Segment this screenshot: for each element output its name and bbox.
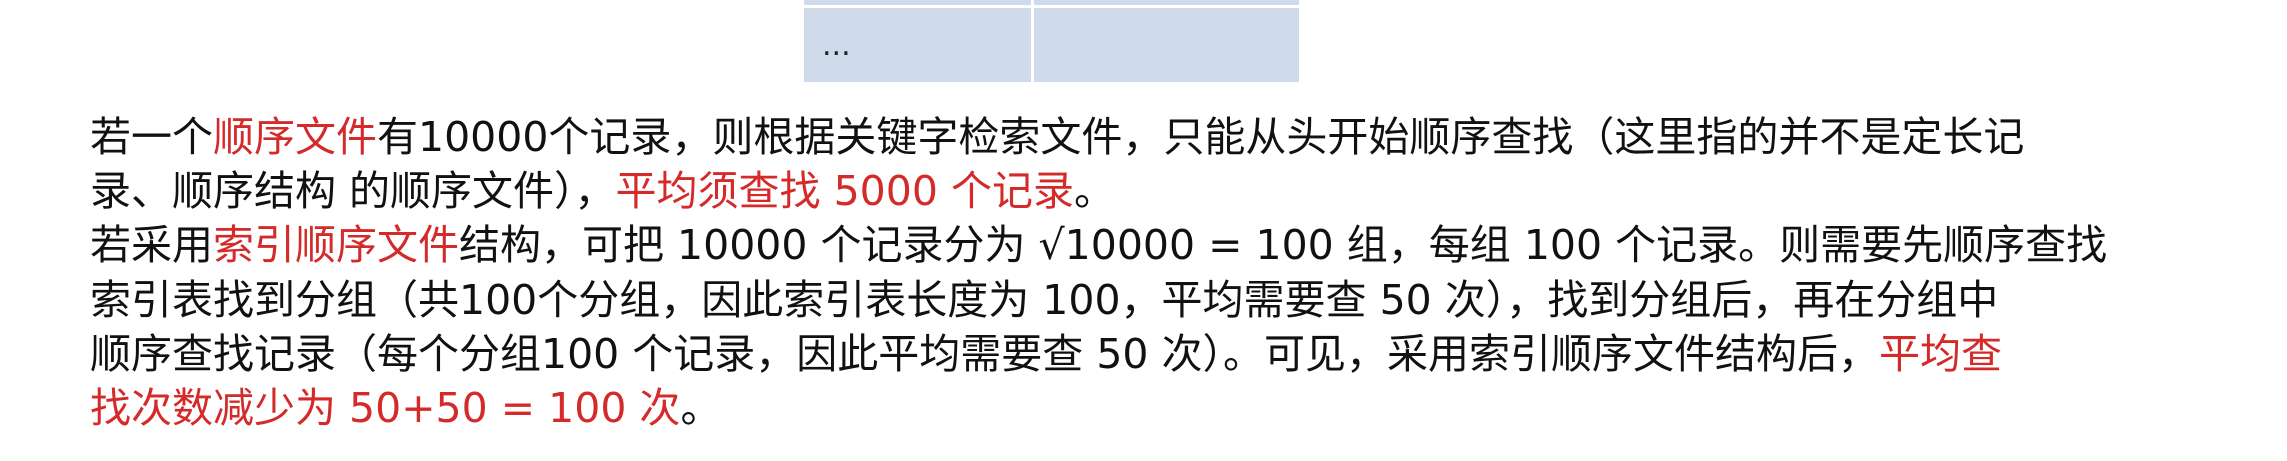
- paragraph-2-line-3: 顺序查找记录（每个分组100 个记录，因此平均需要查 50 次）。可见，采用索引…: [90, 327, 2287, 381]
- table-row-top: [804, 0, 1299, 5]
- table-row: [804, 8, 1299, 82]
- text-segment: 索引表找到分组（共100个分组，因此索引表长度为 100，平均需要查 50 次）…: [90, 275, 1999, 324]
- text-segment: 结构，可把 10000 个记录分为 √10000 = 100 组，每组 100 …: [459, 221, 2108, 270]
- paragraph-1-line-2: 录、顺序结构 的顺序文件），平均须查找 5000 个记录。: [90, 164, 2287, 218]
- text-segment: 。: [680, 383, 722, 432]
- text-segment: 若一个: [90, 113, 213, 161]
- text-segment: 若采用: [90, 221, 213, 270]
- highlighted-result: 找次数减少为 50+50 = 100 次: [90, 383, 681, 432]
- paragraph-2-line-4: 找次数减少为 50+50 = 100 次。: [90, 381, 2287, 435]
- highlighted-result: 平均须查找 5000 个记录: [615, 167, 1074, 216]
- highlighted-term: 顺序文件: [213, 113, 377, 161]
- paragraph-1-line-1: 若一个顺序文件有10000个记录，则根据关键字检索文件，只能从头开始顺序查找（这…: [90, 110, 2287, 164]
- table-column-divider: [1031, 0, 1034, 82]
- table-fragment: ...: [804, 0, 1299, 82]
- text-segment: 有10000个记录，则根据关键字检索文件，只能从头开始顺序查找（这里指的并不是定…: [377, 113, 2025, 161]
- table-cell-ellipsis: ...: [822, 28, 851, 63]
- document-text: 若一个顺序文件有10000个记录，则根据关键字检索文件，只能从头开始顺序查找（这…: [90, 110, 2287, 435]
- paragraph-2-line-2: 索引表找到分组（共100个分组，因此索引表长度为 100，平均需要查 50 次）…: [90, 273, 2287, 327]
- text-segment: 录、顺序结构 的顺序文件），: [90, 167, 616, 216]
- paragraph-2-line-1: 若采用索引顺序文件结构，可把 10000 个记录分为 √10000 = 100 …: [90, 218, 2287, 272]
- text-segment: 。: [1073, 167, 1115, 216]
- highlighted-term: 索引顺序文件: [213, 221, 459, 270]
- highlighted-result: 平均查: [1879, 329, 2003, 378]
- text-segment: 顺序查找记录（每个分组100 个记录，因此平均需要查 50 次）。可见，采用索引…: [90, 329, 1880, 378]
